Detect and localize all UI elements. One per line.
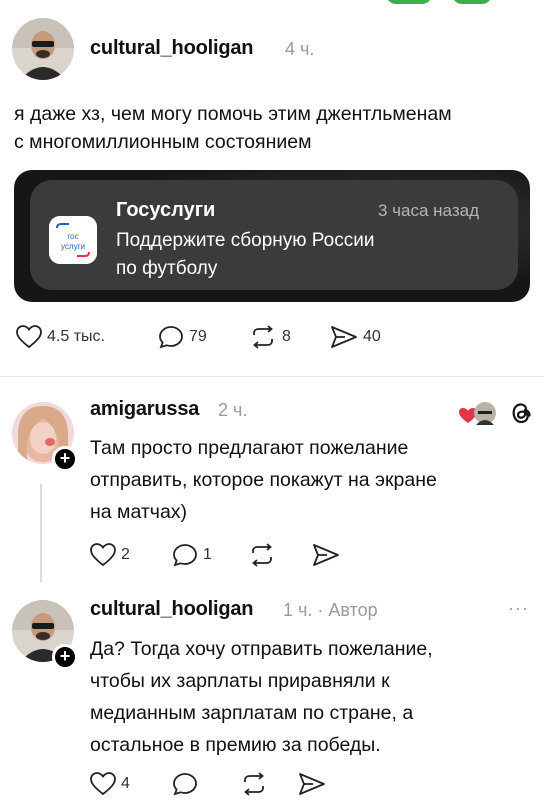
repost-icon: [253, 325, 273, 349]
post-time: 4 ч.: [285, 39, 315, 59]
send-icon: [331, 326, 357, 348]
share-count: 40: [363, 328, 381, 345]
reply-username[interactable]: amigarussa: [90, 398, 199, 421]
follow-plus-icon[interactable]: +: [52, 446, 78, 472]
comment-button[interactable]: 1: [172, 543, 212, 567]
post-username[interactable]: cultural_hooligan: [90, 37, 253, 60]
repost-icon: [244, 772, 264, 796]
send-icon: [299, 773, 325, 795]
threads-logo-icon: [508, 399, 532, 432]
repost-button[interactable]: [248, 543, 276, 567]
repost-icon: [252, 543, 272, 567]
reply-time: 1 ч. · Автор: [283, 600, 378, 620]
notification-time: 3 часа назад: [378, 201, 479, 220]
comment-icon: [173, 544, 197, 567]
status-indicator: [452, 0, 492, 4]
like-button[interactable]: 4.5 тыс.: [16, 325, 105, 349]
reply-text-line: на матчах): [90, 501, 188, 523]
liked-by-author-indicator: [458, 401, 498, 427]
comment-button[interactable]: 79: [158, 325, 207, 349]
gosuslugi-app-icon: гос услуги: [49, 216, 97, 264]
avatar[interactable]: [12, 18, 74, 80]
more-options-icon[interactable]: ···: [508, 598, 529, 619]
post-text-line: с многомиллионным состоянием: [14, 131, 312, 153]
thread-line: [40, 484, 42, 582]
notification-body-line: Поддержите сборную России: [116, 230, 375, 251]
notification-app-name: Госуслуги: [116, 199, 216, 221]
reply-text-line: Там просто предлагают пожелание: [90, 437, 409, 459]
share-button[interactable]: [312, 543, 340, 567]
like-button[interactable]: 4: [90, 772, 130, 796]
reply-username[interactable]: cultural_hooligan: [90, 598, 253, 621]
icon-text: услуги: [61, 242, 85, 251]
follow-plus-icon[interactable]: +: [52, 644, 78, 670]
reply-text-line: медианным зарплатам по стране, а: [90, 702, 414, 724]
notification-body: Поддержите сборную России по футболу: [116, 227, 476, 283]
heart-icon: [90, 772, 116, 796]
icon-text: гос: [67, 232, 78, 241]
reply-text-line: Да? Тогда хочу отправить пожелание,: [90, 638, 433, 660]
repost-button[interactable]: [240, 772, 268, 796]
status-indicator: [386, 0, 432, 4]
like-count: 4: [121, 775, 130, 792]
comment-icon: [173, 773, 197, 796]
heart-icon: [16, 325, 42, 349]
reply-time: 2 ч.: [218, 400, 248, 420]
heart-icon: [90, 543, 116, 567]
reply-text-line: чтобы их зарплаты приравняли к: [90, 670, 390, 692]
comment-count: 79: [189, 328, 207, 345]
share-button[interactable]: [298, 772, 326, 796]
like-count: 2: [121, 546, 130, 563]
like-button[interactable]: 2: [90, 543, 130, 567]
reply-text-line: остальное в премию за победы.: [90, 734, 381, 756]
comment-count: 1: [203, 546, 212, 563]
reply-text-line: отправить, которое покажут на экране: [90, 469, 437, 491]
notification-body-line: по футболу: [116, 258, 218, 279]
comment-button[interactable]: [172, 772, 198, 796]
repost-button[interactable]: 8: [249, 325, 291, 349]
repost-count: 8: [282, 328, 291, 345]
divider: [0, 376, 544, 377]
send-icon: [313, 544, 339, 566]
comment-icon: [159, 326, 183, 349]
share-button[interactable]: 40: [330, 325, 381, 349]
like-count: 4.5 тыс.: [47, 328, 105, 345]
status-bar-fragment: [0, 0, 544, 8]
